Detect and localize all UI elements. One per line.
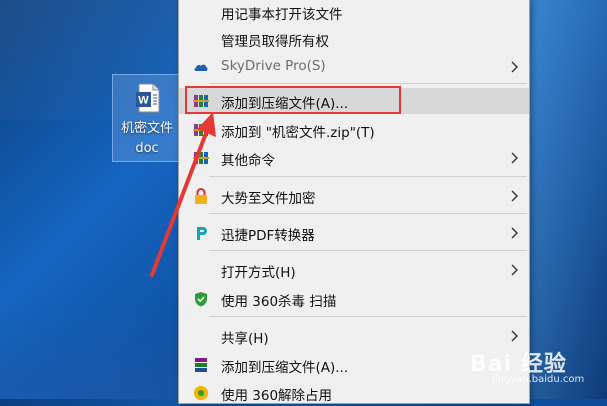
winrar-icon bbox=[193, 152, 209, 164]
menu-separator bbox=[209, 250, 527, 251]
menu-item-file-encryption[interactable]: 大势至文件加密 bbox=[179, 183, 529, 209]
menu-separator bbox=[209, 176, 527, 177]
menu-item-other-commands[interactable]: 其他命令 bbox=[179, 145, 529, 171]
menu-item-open-with-notepad[interactable]: 用记事本打开该文件 bbox=[179, 0, 529, 25]
chevron-right-icon bbox=[511, 190, 518, 202]
pdf-converter-icon bbox=[197, 227, 207, 240]
menu-item-open-with[interactable]: 打开方式(H) bbox=[179, 257, 529, 283]
baidu-watermark: Bai 经验 jingyan.baidu.com bbox=[470, 342, 605, 392]
file-name-line2: doc bbox=[135, 141, 159, 156]
desktop-file-icon-selected[interactable]: W 机密文件 doc bbox=[112, 74, 182, 162]
menu-separator bbox=[209, 83, 527, 84]
chevron-right-icon bbox=[511, 61, 518, 73]
file-name-label: 机密文件 doc bbox=[113, 119, 181, 159]
menu-separator bbox=[209, 213, 527, 214]
menu-item-pdf-converter[interactable]: 迅捷PDF转换器 bbox=[179, 220, 529, 246]
menu-item-label: 共享(H) bbox=[221, 331, 269, 347]
menu-item-360-scan[interactable]: 使用 360杀毒 扫描 bbox=[179, 286, 529, 312]
winrar-icon bbox=[193, 124, 209, 136]
menu-item-label: 用记事本打开该文件 bbox=[221, 7, 343, 23]
menu-item-label: 大势至文件加密 bbox=[221, 191, 316, 207]
menu-item-label: SkyDrive Pro(S) bbox=[221, 58, 326, 74]
chevron-right-icon bbox=[511, 152, 518, 164]
menu-item-label: 迅捷PDF转换器 bbox=[221, 228, 315, 244]
svg-text:W: W bbox=[138, 95, 149, 107]
cloud-icon bbox=[194, 64, 208, 71]
winrar-books-icon bbox=[195, 358, 207, 372]
menu-item-skydrive-pro[interactable]: SkyDrive Pro(S) bbox=[179, 54, 529, 80]
shield-icon bbox=[195, 292, 207, 307]
menu-item-label: 管理员取得所有权 bbox=[221, 34, 329, 50]
word-document-icon: W bbox=[136, 83, 160, 113]
file-name-line1: 机密文件 bbox=[120, 121, 173, 136]
chevron-right-icon bbox=[511, 264, 518, 276]
menu-item-label: 使用 360杀毒 扫描 bbox=[221, 294, 337, 310]
desktop-light-streak-bottom bbox=[0, 300, 180, 399]
menu-item-take-ownership[interactable]: 管理员取得所有权 bbox=[179, 26, 529, 52]
menu-item-label: 添加到压缩文件(A)... bbox=[221, 360, 349, 376]
menu-separator bbox=[209, 316, 527, 317]
watermark-url: jingyan.baidu.com bbox=[492, 374, 585, 385]
menu-item-label: 打开方式(H) bbox=[221, 265, 296, 281]
menu-item-add-to-zip[interactable]: 添加到 "机密文件.zip"(T) bbox=[179, 117, 529, 143]
lock-icon bbox=[195, 188, 207, 204]
menu-item-label: 其他命令 bbox=[221, 153, 275, 169]
menu-item-label: 添加到 "机密文件.zip"(T) bbox=[221, 125, 375, 141]
chevron-right-icon bbox=[511, 227, 518, 239]
highlight-box bbox=[185, 86, 401, 114]
menu-item-label: 使用 360解除占用 bbox=[221, 388, 333, 404]
